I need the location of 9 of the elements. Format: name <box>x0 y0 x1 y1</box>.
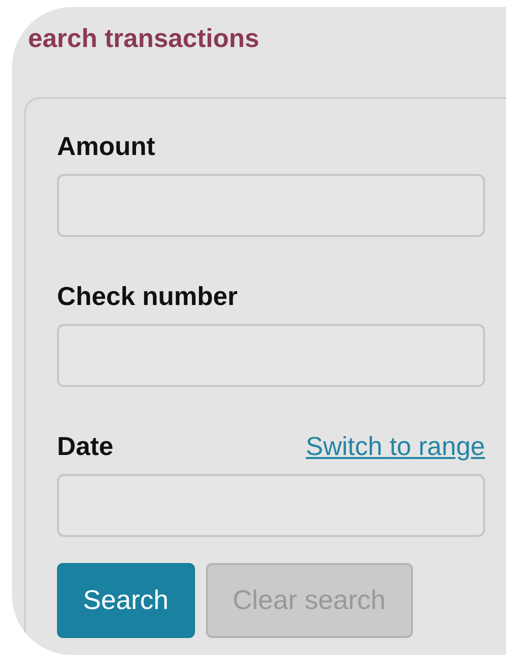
input-field[interactable] <box>57 174 485 237</box>
field-label: Date <box>57 431 114 461</box>
field-label: Amount <box>57 131 156 161</box>
search-button[interactable]: Search <box>57 563 195 638</box>
input-field[interactable] <box>57 474 485 537</box>
field-label: Check number <box>57 281 238 311</box>
section-title: earch transactions <box>28 23 260 53</box>
switch-link[interactable]: Switch to range <box>306 431 485 461</box>
input-field[interactable] <box>57 324 485 387</box>
